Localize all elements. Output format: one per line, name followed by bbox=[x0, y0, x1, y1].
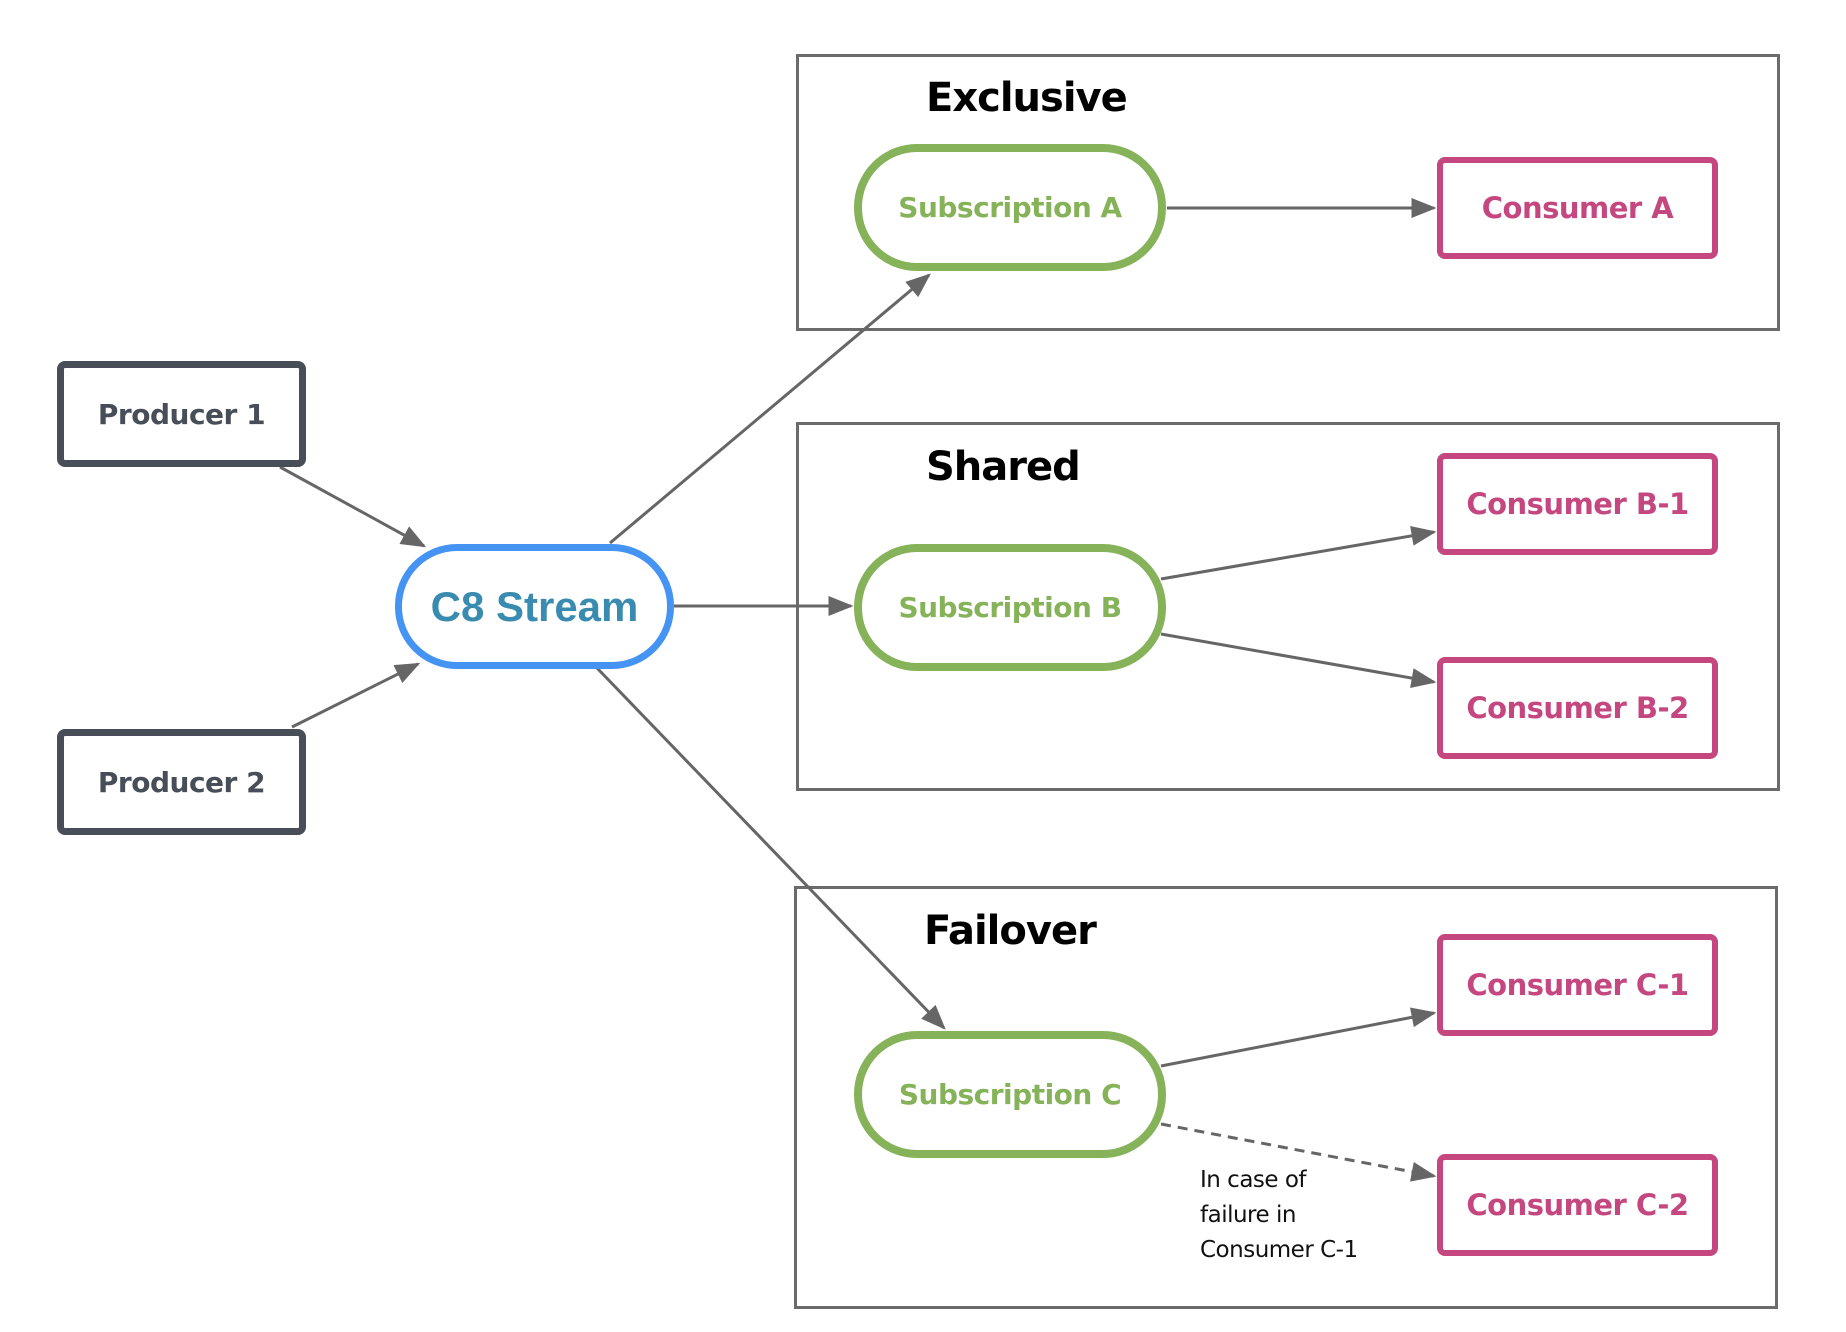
subscription-b-label: Subscription B bbox=[898, 591, 1122, 624]
subscription-a-label: Subscription A bbox=[898, 191, 1122, 224]
subscription-a-node[interactable]: Subscription A bbox=[854, 144, 1166, 271]
consumer-a-node[interactable]: Consumer A bbox=[1437, 157, 1718, 259]
consumer-c-2-node[interactable]: Consumer C-2 bbox=[1437, 1154, 1718, 1256]
edge-producer-2-to-c8-stream bbox=[291, 662, 421, 729]
producer-2-node[interactable]: Producer 2 bbox=[57, 729, 306, 835]
edge-producer-1-to-c8-stream bbox=[279, 465, 427, 548]
consumer-b-2-label: Consumer B-2 bbox=[1466, 691, 1689, 725]
producer-1-node[interactable]: Producer 1 bbox=[57, 361, 306, 467]
c8-stream-node[interactable]: C8 Stream bbox=[395, 544, 674, 669]
consumer-b-1-label: Consumer B-1 bbox=[1466, 487, 1689, 521]
group-title-shared: Shared bbox=[926, 444, 1081, 490]
c8-stream-label: C8 Stream bbox=[430, 582, 639, 630]
producer-2-label: Producer 2 bbox=[97, 765, 266, 799]
producer-1-label: Producer 1 bbox=[97, 397, 266, 431]
subscription-c-node[interactable]: Subscription C bbox=[854, 1031, 1166, 1158]
consumer-c-1-node[interactable]: Consumer C-1 bbox=[1437, 934, 1718, 1036]
consumer-a-label: Consumer A bbox=[1481, 191, 1674, 225]
consumer-c-1-label: Consumer C-1 bbox=[1466, 968, 1689, 1002]
failover-note: In case of failure in Consumer C-1 bbox=[1200, 1167, 1358, 1263]
consumer-b-1-node[interactable]: Consumer B-1 bbox=[1437, 453, 1718, 555]
subscription-c-label: Subscription C bbox=[898, 1078, 1122, 1111]
subscription-b-node[interactable]: Subscription B bbox=[854, 544, 1166, 671]
group-title-exclusive: Exclusive bbox=[926, 75, 1128, 121]
consumer-c-2-label: Consumer C-2 bbox=[1466, 1188, 1689, 1222]
group-title-failover: Failover bbox=[924, 908, 1097, 954]
consumer-b-2-node[interactable]: Consumer B-2 bbox=[1437, 657, 1718, 759]
